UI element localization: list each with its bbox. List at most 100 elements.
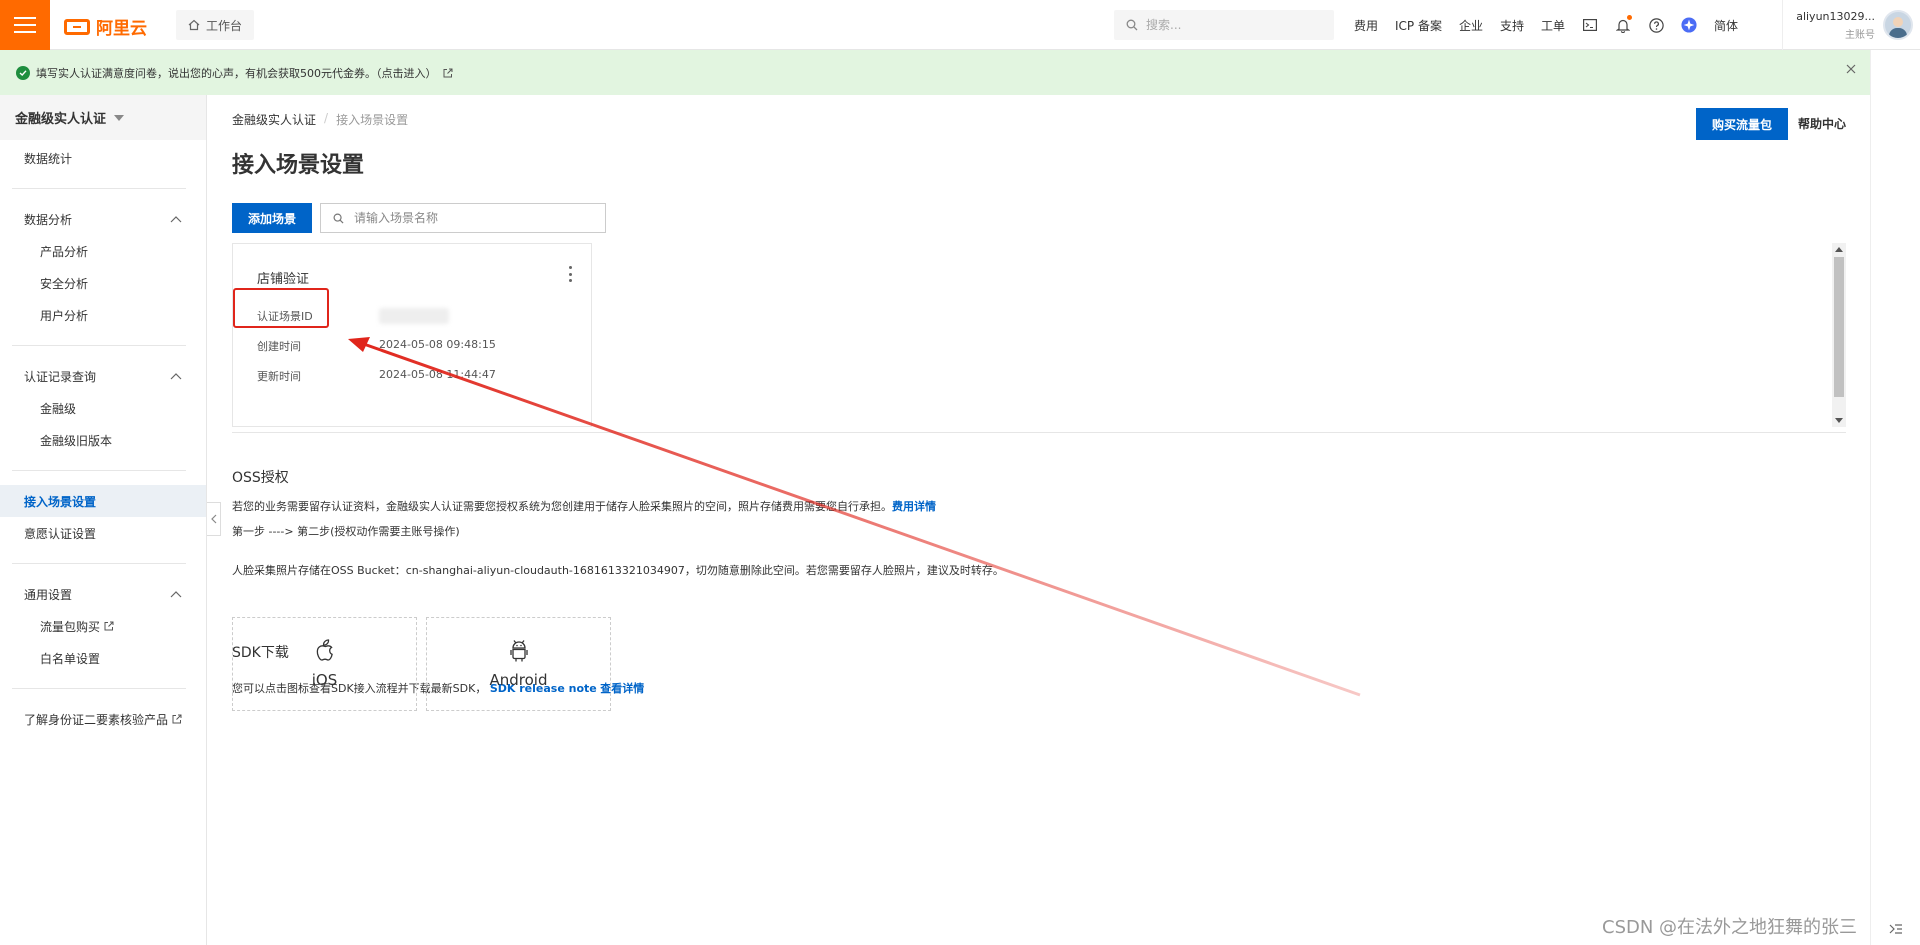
app-root: { "topbar": { "logo_text": "阿里云", "workb… bbox=[0, 0, 1920, 945]
nav-fees[interactable]: 费用 bbox=[1354, 17, 1378, 34]
more-options-icon[interactable] bbox=[565, 264, 575, 284]
oss-bucket-info: 人脸采集照片存储在OSS Bucket：cn-shanghai-aliyun-c… bbox=[232, 564, 1004, 577]
oss-description: 若您的业务需要留存认证资料，金融级实人认证需要您授权系统为您创建用于储存人脸采集… bbox=[232, 498, 936, 514]
scene-card-title: 店铺验证 bbox=[257, 272, 310, 287]
buy-traffic-button[interactable]: 购买流量包 bbox=[1696, 108, 1788, 140]
nav-enterprise[interactable]: 企业 bbox=[1459, 17, 1483, 34]
sidebar-item-traffic-purchase[interactable]: 流量包购买 bbox=[0, 610, 206, 642]
page-title: 接入场景设置 bbox=[232, 153, 365, 178]
chevron-up-icon bbox=[170, 591, 182, 598]
ios-label: iOS bbox=[311, 671, 338, 689]
help-center-link[interactable]: 帮助中心 bbox=[1798, 115, 1846, 132]
close-icon[interactable] bbox=[1846, 64, 1856, 74]
notification-dot bbox=[1627, 15, 1633, 20]
global-search-box[interactable] bbox=[1114, 10, 1334, 40]
nav-icp[interactable]: ICP 备案 bbox=[1395, 17, 1442, 34]
sidebar-item-product-analysis[interactable]: 产品分析 bbox=[0, 235, 206, 267]
aliyun-logo[interactable]: 阿里云 bbox=[64, 14, 147, 39]
divider bbox=[12, 563, 186, 564]
product-switcher[interactable]: 金融级实人认证 bbox=[0, 95, 206, 140]
updated-time-label: 更新时间 bbox=[257, 370, 301, 383]
sidebar-item-security-analysis[interactable]: 安全分析 bbox=[0, 267, 206, 299]
logo-text: 阿里云 bbox=[96, 19, 147, 39]
sidebar-item-user-analysis[interactable]: 用户分析 bbox=[0, 299, 206, 331]
survey-notice-banner: 填写实人认证满意度问卷，说出您的心声，有机会获取500元代金券。（点击进入） bbox=[0, 50, 1870, 95]
sidebar-item-finance-level[interactable]: 金融级 bbox=[0, 392, 206, 424]
scene-search-box[interactable] bbox=[320, 203, 606, 233]
expand-icon[interactable] bbox=[1889, 923, 1903, 935]
group-label: 通用设置 bbox=[24, 587, 73, 602]
scroll-down-icon[interactable] bbox=[1835, 418, 1843, 423]
global-search-input[interactable] bbox=[1146, 18, 1316, 32]
oss-line1: 若您的业务需要留存认证资料，金融级实人认证需要您授权系统为您创建用于储存人脸采集… bbox=[232, 500, 892, 513]
oss-section-heading: OSS授权 bbox=[232, 470, 289, 486]
nav-support[interactable]: 支持 bbox=[1500, 17, 1524, 34]
sidebar-item-intent-settings[interactable]: 意愿认证设置 bbox=[0, 517, 206, 549]
breadcrumb-current: 接入场景设置 bbox=[336, 113, 409, 127]
avatar[interactable] bbox=[1883, 10, 1913, 40]
sidebar-item-whitelist[interactable]: 白名单设置 bbox=[0, 642, 206, 674]
item-label: 流量包购买 bbox=[40, 619, 101, 634]
nav-tickets[interactable]: 工单 bbox=[1541, 17, 1565, 34]
created-time-value: 2024-05-08 09:48:15 bbox=[379, 338, 496, 351]
created-time-label: 创建时间 bbox=[257, 340, 301, 353]
divider bbox=[12, 470, 186, 471]
android-icon bbox=[509, 640, 528, 662]
breadcrumb-parent[interactable]: 金融级实人认证 bbox=[232, 111, 316, 128]
sidebar-item-scene-settings[interactable]: 接入场景设置 bbox=[0, 485, 206, 517]
user-info: aliyun13029... 主账号 bbox=[1793, 10, 1875, 41]
caret-down-icon bbox=[114, 114, 125, 121]
ios-sdk-card[interactable]: iOS bbox=[232, 617, 417, 711]
breadcrumb-separator: / bbox=[324, 111, 329, 125]
terminal-icon[interactable] bbox=[1582, 17, 1598, 33]
apple-icon bbox=[316, 639, 333, 661]
product-title: 金融级实人认证 bbox=[15, 112, 107, 127]
language-switch[interactable]: 简体 bbox=[1714, 17, 1738, 34]
sidebar-group-data-analysis[interactable]: 数据分析 bbox=[0, 203, 206, 235]
top-nav-links: 费用 ICP 备案 企业 支持 工单 简体 bbox=[1354, 0, 1738, 50]
item-label: 了解身份证二要素核验产品 bbox=[24, 712, 169, 727]
main-content: 金融级实人认证 / 接入场景设置 接入场景设置 购买流量包 帮助中心 添加场景 … bbox=[208, 95, 1870, 945]
hamburger-menu-button[interactable] bbox=[0, 0, 50, 50]
scroll-up-icon[interactable] bbox=[1835, 247, 1843, 252]
group-label: 认证记录查询 bbox=[24, 369, 97, 384]
notice-text[interactable]: 填写实人认证满意度问卷，说出您的心声，有机会获取500元代金券。（点击进入） bbox=[36, 65, 437, 81]
sidebar-item-finance-old[interactable]: 金融级旧版本 bbox=[0, 424, 206, 456]
external-link-icon[interactable] bbox=[443, 68, 453, 78]
fee-details-link[interactable]: 费用详情 bbox=[892, 500, 936, 513]
add-scene-button[interactable]: 添加场景 bbox=[232, 203, 312, 233]
android-sdk-card[interactable]: Android bbox=[426, 617, 611, 711]
workbench-button[interactable]: 工作台 bbox=[176, 10, 255, 40]
sidebar-item-learn-more[interactable]: 了解身份证二要素核验产品 bbox=[0, 703, 206, 735]
breadcrumb: 金融级实人认证 / 接入场景设置 bbox=[232, 111, 408, 128]
help-icon[interactable] bbox=[1648, 17, 1664, 33]
search-icon bbox=[1126, 19, 1138, 31]
sidebar-item-data-stats[interactable]: 数据统计 bbox=[0, 142, 206, 174]
scene-card[interactable]: 店铺验证 认证场景ID 创建时间 2024-05-08 09:48:15 更新时… bbox=[232, 243, 592, 427]
divider bbox=[12, 345, 186, 346]
user-name: aliyun13029... bbox=[1796, 9, 1875, 23]
user-menu[interactable]: aliyun13029... 主账号 bbox=[1782, 0, 1913, 50]
left-sidebar: 金融级实人认证 数据统计 数据分析 产品分析 安全分析 用户分析 认证记录查询 … bbox=[0, 95, 207, 945]
android-label: Android bbox=[489, 671, 548, 689]
divider bbox=[12, 688, 186, 689]
scroll-thumb[interactable] bbox=[1834, 257, 1844, 397]
chevron-up-icon bbox=[170, 216, 182, 223]
scrollbar[interactable] bbox=[1832, 243, 1846, 427]
workbench-label: 工作台 bbox=[206, 18, 243, 33]
sidebar-group-general-settings[interactable]: 通用设置 bbox=[0, 578, 206, 610]
watermark-text: CSDN @在法外之地狂舞的张三 bbox=[1602, 917, 1858, 938]
check-circle-icon bbox=[16, 65, 30, 80]
user-role: 主账号 bbox=[1845, 29, 1875, 41]
assistant-icon[interactable] bbox=[1681, 17, 1697, 33]
chevron-up-icon bbox=[170, 373, 182, 380]
top-navigation-bar: 阿里云 工作台 费用 ICP 备案 企业 支持 工单 bbox=[0, 0, 1920, 50]
scene-search-input[interactable] bbox=[354, 211, 594, 225]
external-link-icon bbox=[172, 714, 182, 724]
highlight-box-annotation bbox=[233, 288, 329, 328]
bell-icon[interactable] bbox=[1615, 15, 1633, 33]
sidebar-group-record-query[interactable]: 认证记录查询 bbox=[0, 360, 206, 392]
aliyun-logo-icon bbox=[64, 18, 90, 35]
scene-id-value-redacted bbox=[379, 308, 449, 324]
external-link-icon bbox=[104, 621, 114, 631]
